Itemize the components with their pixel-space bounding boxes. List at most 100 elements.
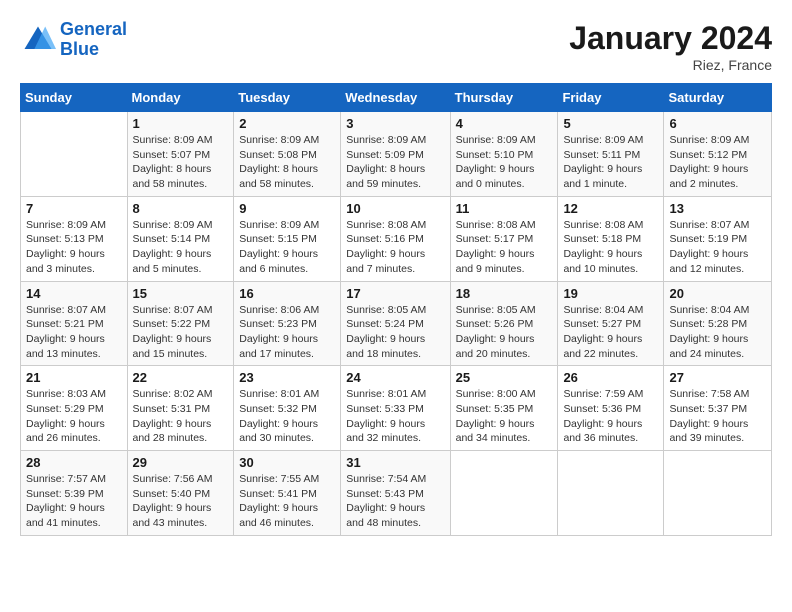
calendar-cell: 12 Sunrise: 8:08 AMSunset: 5:18 PMDayligh… <box>558 196 664 281</box>
day-number: 25 <box>456 370 553 385</box>
day-number: 3 <box>346 116 444 131</box>
day-number: 4 <box>456 116 553 131</box>
calendar-cell: 4 Sunrise: 8:09 AMSunset: 5:10 PMDaylight… <box>450 112 558 197</box>
calendar-week-row: 21 Sunrise: 8:03 AMSunset: 5:29 PMDayligh… <box>21 366 772 451</box>
calendar-cell: 20 Sunrise: 8:04 AMSunset: 5:28 PMDayligh… <box>664 281 772 366</box>
day-number: 24 <box>346 370 444 385</box>
day-number: 21 <box>26 370 122 385</box>
calendar-day-header: Wednesday <box>341 84 450 112</box>
day-number: 31 <box>346 455 444 470</box>
day-info: Sunrise: 8:09 AMSunset: 5:10 PMDaylight:… <box>456 133 553 192</box>
day-number: 28 <box>26 455 122 470</box>
calendar-cell: 19Sunrise: 8:04 AMSunset: 5:27 PMDayligh… <box>558 281 664 366</box>
day-info: Sunrise: 8:09 AMSunset: 5:13 PMDaylight:… <box>26 218 122 277</box>
day-number: 13 <box>669 201 766 216</box>
day-number: 22 <box>133 370 229 385</box>
calendar-cell: 9Sunrise: 8:09 AMSunset: 5:15 PMDaylight… <box>234 196 341 281</box>
title-block: January 2024 Riez, France <box>569 20 772 73</box>
logo-icon <box>20 22 56 58</box>
calendar-cell: 15Sunrise: 8:07 AMSunset: 5:22 PMDayligh… <box>127 281 234 366</box>
logo-text: General Blue <box>60 20 127 60</box>
calendar-cell <box>450 451 558 536</box>
calendar-day-header: Sunday <box>21 84 128 112</box>
day-info: Sunrise: 8:09 AMSunset: 5:12 PMDaylight:… <box>669 133 766 192</box>
calendar-cell: 24 Sunrise: 8:01 AMSunset: 5:33 PMDayligh… <box>341 366 450 451</box>
logo-line2: Blue <box>60 39 99 59</box>
calendar-cell: 1 Sunrise: 8:09 AMSunset: 5:07 PMDaylight… <box>127 112 234 197</box>
day-info: Sunrise: 8:00 AMSunset: 5:35 PMDaylight:… <box>456 387 553 446</box>
day-number: 6 <box>669 116 766 131</box>
calendar-cell: 17 Sunrise: 8:05 AMSunset: 5:24 PMDayligh… <box>341 281 450 366</box>
day-number: 26 <box>563 370 658 385</box>
day-info: Sunrise: 7:56 AMSunset: 5:40 PMDaylight:… <box>133 472 229 531</box>
month-title: January 2024 <box>569 20 772 57</box>
day-number: 5 <box>563 116 658 131</box>
calendar-cell: 28 Sunrise: 7:57 AMSunset: 5:39 PMDayligh… <box>21 451 128 536</box>
calendar-cell: 26 Sunrise: 7:59 AMSunset: 5:36 PMDayligh… <box>558 366 664 451</box>
day-number: 18 <box>456 286 553 301</box>
calendar-cell: 14 Sunrise: 8:07 AMSunset: 5:21 PMDayligh… <box>21 281 128 366</box>
calendar-header-row: SundayMondayTuesdayWednesdayThursdayFrid… <box>21 84 772 112</box>
calendar-cell <box>664 451 772 536</box>
day-info: Sunrise: 8:02 AMSunset: 5:31 PMDaylight:… <box>133 387 229 446</box>
calendar-cell: 23Sunrise: 8:01 AMSunset: 5:32 PMDayligh… <box>234 366 341 451</box>
day-info: Sunrise: 8:07 AMSunset: 5:21 PMDaylight:… <box>26 303 122 362</box>
calendar-week-row: 7 Sunrise: 8:09 AMSunset: 5:13 PMDaylight… <box>21 196 772 281</box>
day-number: 12 <box>563 201 658 216</box>
day-number: 14 <box>26 286 122 301</box>
day-info: Sunrise: 8:05 AMSunset: 5:24 PMDaylight:… <box>346 303 444 362</box>
logo: General Blue <box>20 20 127 60</box>
day-info: Sunrise: 8:04 AMSunset: 5:28 PMDaylight:… <box>669 303 766 362</box>
calendar-cell: 22 Sunrise: 8:02 AMSunset: 5:31 PMDayligh… <box>127 366 234 451</box>
calendar-cell: 29 Sunrise: 7:56 AMSunset: 5:40 PMDayligh… <box>127 451 234 536</box>
day-info: Sunrise: 7:59 AMSunset: 5:36 PMDaylight:… <box>563 387 658 446</box>
calendar-week-row: 28 Sunrise: 7:57 AMSunset: 5:39 PMDayligh… <box>21 451 772 536</box>
calendar-cell: 11 Sunrise: 8:08 AMSunset: 5:17 PMDayligh… <box>450 196 558 281</box>
day-info: Sunrise: 8:08 AMSunset: 5:17 PMDaylight:… <box>456 218 553 277</box>
day-info: Sunrise: 8:07 AMSunset: 5:22 PMDaylight:… <box>133 303 229 362</box>
day-info: Sunrise: 8:08 AMSunset: 5:16 PMDaylight:… <box>346 218 444 277</box>
day-info: Sunrise: 8:09 AMSunset: 5:07 PMDaylight:… <box>133 133 229 192</box>
calendar-week-row: 14 Sunrise: 8:07 AMSunset: 5:21 PMDayligh… <box>21 281 772 366</box>
day-number: 1 <box>133 116 229 131</box>
calendar-cell: 21 Sunrise: 8:03 AMSunset: 5:29 PMDayligh… <box>21 366 128 451</box>
day-number: 2 <box>239 116 335 131</box>
calendar-cell: 25 Sunrise: 8:00 AMSunset: 5:35 PMDayligh… <box>450 366 558 451</box>
logo-line1: General <box>60 19 127 39</box>
day-info: Sunrise: 8:09 AMSunset: 5:14 PMDaylight:… <box>133 218 229 277</box>
calendar-week-row: 1 Sunrise: 8:09 AMSunset: 5:07 PMDaylight… <box>21 112 772 197</box>
day-info: Sunrise: 7:57 AMSunset: 5:39 PMDaylight:… <box>26 472 122 531</box>
day-info: Sunrise: 8:09 AMSunset: 5:15 PMDaylight:… <box>239 218 335 277</box>
day-number: 20 <box>669 286 766 301</box>
day-number: 11 <box>456 201 553 216</box>
day-number: 7 <box>26 201 122 216</box>
calendar-cell: 2 Sunrise: 8:09 AMSunset: 5:08 PMDaylight… <box>234 112 341 197</box>
day-info: Sunrise: 8:04 AMSunset: 5:27 PMDaylight:… <box>563 303 658 362</box>
day-info: Sunrise: 7:54 AMSunset: 5:43 PMDaylight:… <box>346 472 444 531</box>
day-number: 30 <box>239 455 335 470</box>
calendar-cell: 8Sunrise: 8:09 AMSunset: 5:14 PMDaylight… <box>127 196 234 281</box>
calendar-cell: 3Sunrise: 8:09 AMSunset: 5:09 PMDaylight… <box>341 112 450 197</box>
day-info: Sunrise: 8:07 AMSunset: 5:19 PMDaylight:… <box>669 218 766 277</box>
day-info: Sunrise: 8:03 AMSunset: 5:29 PMDaylight:… <box>26 387 122 446</box>
calendar-cell: 10 Sunrise: 8:08 AMSunset: 5:16 PMDayligh… <box>341 196 450 281</box>
calendar-cell: 13 Sunrise: 8:07 AMSunset: 5:19 PMDayligh… <box>664 196 772 281</box>
calendar-day-header: Saturday <box>664 84 772 112</box>
calendar-table: SundayMondayTuesdayWednesdayThursdayFrid… <box>20 83 772 536</box>
calendar-cell <box>558 451 664 536</box>
day-info: Sunrise: 8:08 AMSunset: 5:18 PMDaylight:… <box>563 218 658 277</box>
day-info: Sunrise: 8:09 AMSunset: 5:08 PMDaylight:… <box>239 133 335 192</box>
calendar-cell: 31 Sunrise: 7:54 AMSunset: 5:43 PMDayligh… <box>341 451 450 536</box>
day-number: 17 <box>346 286 444 301</box>
calendar-cell: 7 Sunrise: 8:09 AMSunset: 5:13 PMDaylight… <box>21 196 128 281</box>
day-number: 29 <box>133 455 229 470</box>
page: General Blue January 2024 Riez, France S… <box>0 0 792 612</box>
calendar-day-header: Tuesday <box>234 84 341 112</box>
day-info: Sunrise: 8:01 AMSunset: 5:33 PMDaylight:… <box>346 387 444 446</box>
calendar-day-header: Monday <box>127 84 234 112</box>
calendar-cell: 27Sunrise: 7:58 AMSunset: 5:37 PMDayligh… <box>664 366 772 451</box>
day-number: 23 <box>239 370 335 385</box>
day-number: 10 <box>346 201 444 216</box>
day-info: Sunrise: 8:09 AMSunset: 5:11 PMDaylight:… <box>563 133 658 192</box>
calendar-day-header: Thursday <box>450 84 558 112</box>
